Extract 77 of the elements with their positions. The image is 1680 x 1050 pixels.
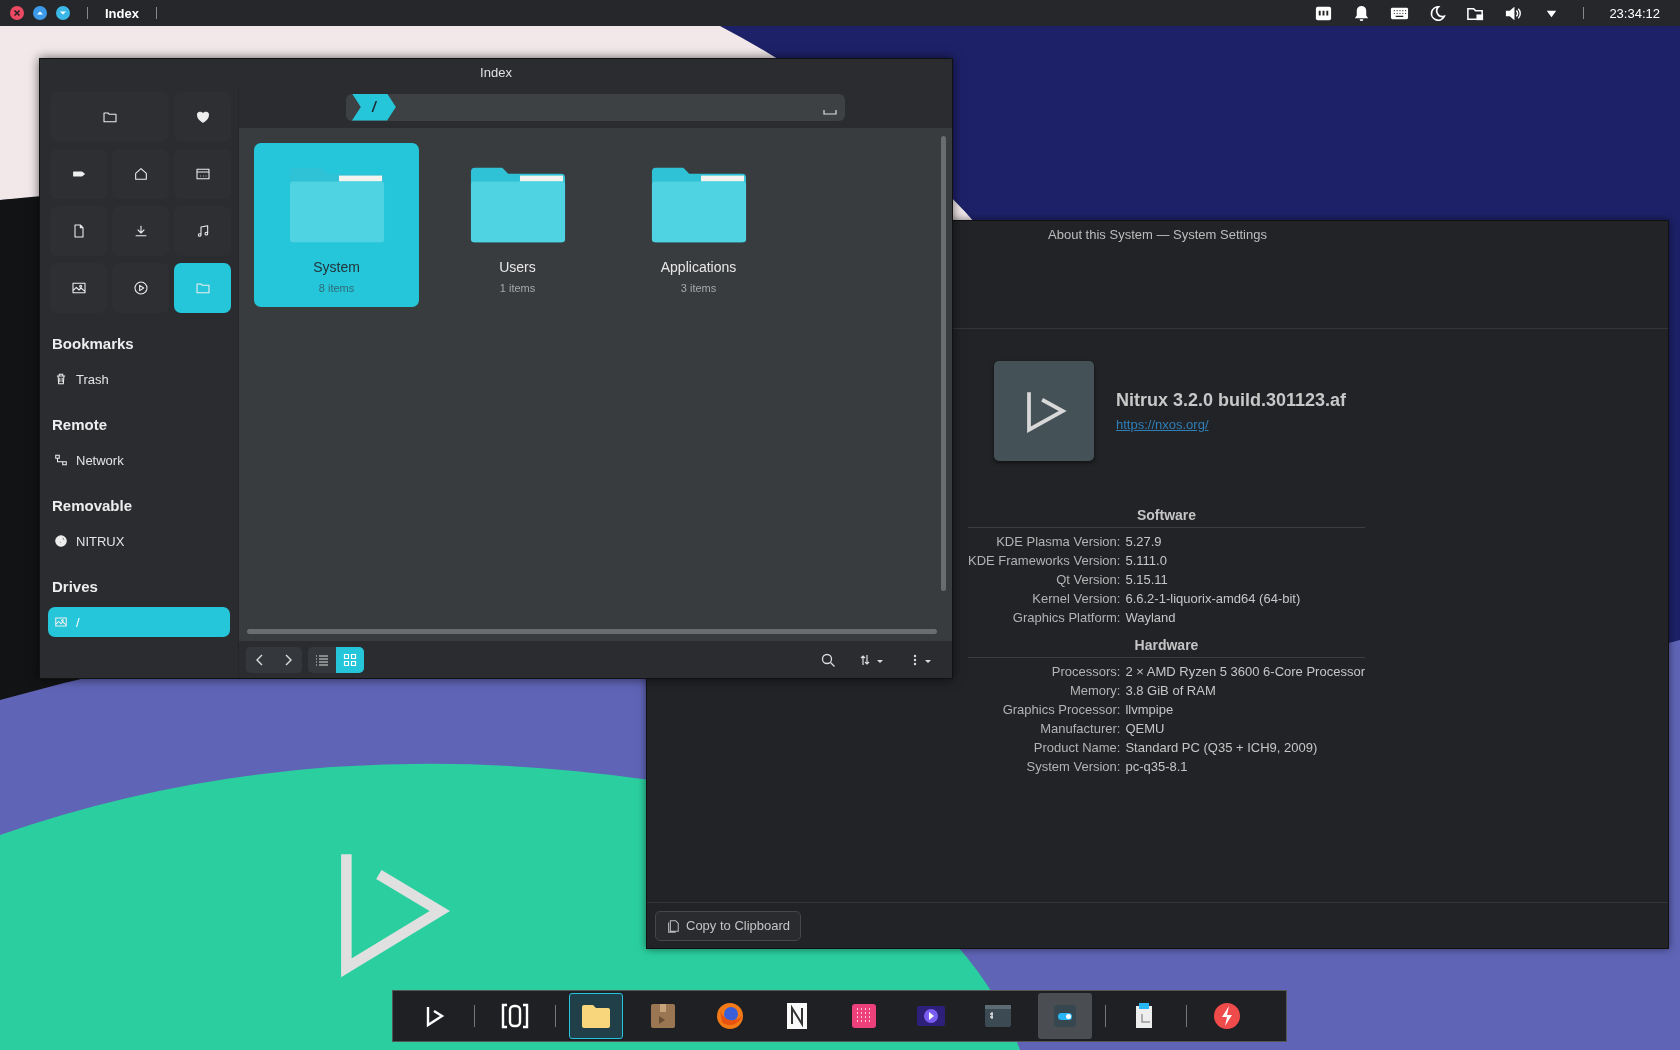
section-heading: Hardware [1134, 637, 1199, 653]
info-value: Wayland [1125, 610, 1177, 625]
folder-name: Users [499, 259, 536, 275]
info-label: KDE Frameworks Version: [968, 553, 1121, 568]
vertical-scrollbar[interactable] [941, 136, 946, 591]
folder-name: Applications [660, 259, 737, 275]
copy-to-clipboard-button[interactable]: Copy to Clipboard [655, 910, 802, 941]
sidebar-item[interactable]: Network [48, 445, 230, 475]
path-bar[interactable]: / [346, 93, 845, 121]
folder-icon [468, 165, 567, 245]
section-heading: Remote [51, 416, 108, 433]
info-label: System Version: [1026, 759, 1121, 774]
info-value: llvmpipe [1125, 702, 1175, 717]
up-arrow-button[interactable] [33, 6, 47, 20]
clipboard-icon [666, 918, 680, 933]
info-value: 2 × AMD Ryzen 5 3600 6-Core Processor [1125, 664, 1365, 679]
moon-icon[interactable] [1428, 3, 1448, 23]
info-label: Manufacturer: [1040, 721, 1121, 736]
info-label: Qt Version: [1056, 572, 1121, 587]
section-heading: Bookmarks [51, 335, 135, 352]
folder-name: System [313, 259, 360, 275]
image-icon [70, 280, 87, 296]
info-value: 5.27.9 [1125, 534, 1163, 549]
info-label: Product Name: [1033, 740, 1121, 755]
info-label: Memory: [1069, 683, 1121, 698]
info-label: Processors: [1051, 664, 1121, 679]
horizontal-scrollbar[interactable] [247, 629, 937, 634]
sidebar-item[interactable]: Trash [48, 364, 230, 394]
clock[interactable]: 23:34:12 [1609, 5, 1660, 21]
dock-app-button[interactable] [569, 993, 623, 1039]
distro-logo-icon [994, 361, 1094, 461]
grid-icon [342, 651, 358, 668]
network-icon [54, 453, 68, 467]
website-link[interactable]: https://nxos.org/ [1116, 417, 1209, 432]
section-heading: Software [1136, 507, 1197, 523]
folder-icon [287, 165, 386, 245]
heart-icon [194, 109, 211, 125]
info-value: 3.8 GiB of RAM [1125, 683, 1217, 698]
section-heading: Drives [51, 578, 99, 595]
folder-icon [101, 109, 118, 125]
folder-item[interactable]: System 8 items [254, 143, 419, 307]
info-value: Standard PC (Q35 + ICH9, 2009) [1125, 740, 1319, 755]
info-value: pc-q35-8.1 [1125, 759, 1189, 774]
trash-icon [54, 372, 68, 386]
close-button[interactable] [10, 6, 24, 20]
drive-icon [54, 615, 68, 629]
sidebar-item[interactable]: NITRUX [48, 526, 230, 556]
active-window-title: Index [105, 5, 139, 21]
window-title: About this System — System Settings [1048, 227, 1267, 244]
item-count: 8 items [318, 282, 355, 294]
window-icon [194, 166, 211, 182]
folder-item[interactable]: Users 1 items [435, 143, 600, 307]
info-label: Kernel Version: [1032, 591, 1121, 606]
browser-icon [714, 1000, 746, 1032]
item-count: 3 items [680, 282, 717, 294]
distro-name: Nitrux 3.2.0 build.301123.af [1116, 390, 1347, 411]
folder-item[interactable]: Applications 3 items [616, 143, 781, 307]
info-label: Graphics Platform: [1012, 610, 1121, 625]
info-value: QEMU [1125, 721, 1166, 736]
folder-icon [649, 165, 748, 245]
section-heading: Removable [51, 497, 134, 514]
search-icon[interactable] [820, 651, 836, 668]
info-label: Graphics Processor: [1002, 702, 1121, 717]
item-count: 1 items [499, 282, 536, 294]
bracket-icon[interactable] [823, 108, 837, 116]
info-label: KDE Plasma Version: [996, 534, 1121, 549]
folder-icon [194, 280, 211, 296]
path-segment[interactable]: / [352, 93, 396, 121]
bolt-icon [1211, 1000, 1243, 1032]
home-icon [132, 166, 149, 182]
globe-icon [54, 534, 68, 548]
grid-view-button[interactable] [336, 646, 364, 673]
down-arrow-button[interactable] [56, 6, 70, 20]
window-title: Index [480, 65, 512, 80]
info-value: 6.6.2-1-liquorix-amd64 (64-bit) [1125, 591, 1302, 606]
info-value: 5.15.11 [1125, 572, 1169, 587]
info-value: 5.111.0 [1125, 553, 1168, 568]
